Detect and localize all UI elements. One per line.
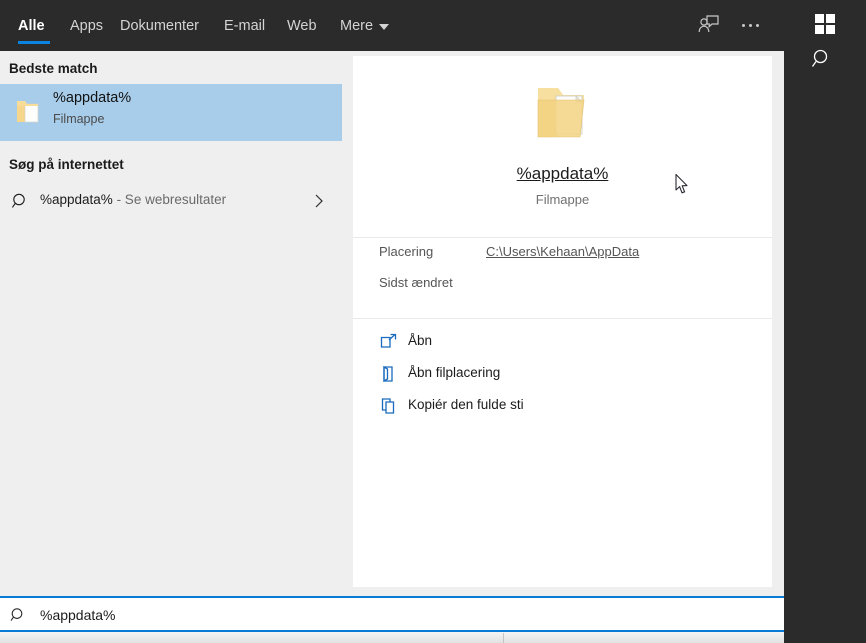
action-label: Åbn filplacering	[408, 365, 501, 380]
tab-mere[interactable]: Mere	[340, 0, 392, 51]
tab-label: Dokumenter	[120, 17, 199, 34]
chevron-right-icon	[315, 194, 323, 208]
chevron-down-icon	[379, 23, 390, 30]
result-preview-pane: %appdata% Filmappe Placering C:\Users\Ke…	[353, 56, 772, 587]
action-label: Åbn	[408, 333, 433, 348]
search-filter-tabbar: Alle Apps Dokumenter E-mail Web Mere	[0, 0, 784, 51]
preview-details: Placering C:\Users\Kehaan\AppData Sidst …	[353, 238, 772, 319]
best-match-subtitle: Filmappe	[53, 112, 105, 126]
action-label: Kopiér den fulde sti	[408, 397, 524, 412]
taskbar	[784, 0, 866, 643]
web-search-section-header: Søg på internettet	[9, 157, 124, 172]
windows-start-button[interactable]	[810, 8, 840, 38]
tab-label: Mere	[340, 17, 374, 34]
web-search-result-item[interactable]: %appdata% - Se webresultater	[0, 182, 342, 222]
tab-web[interactable]: Web	[287, 0, 318, 51]
detail-row: Sidst ændret	[353, 275, 772, 303]
windows-search-flyout: Alle Apps Dokumenter E-mail Web Mere Bed…	[0, 0, 784, 632]
preview-actions: Åbn Åbn filplacering Kopiér den fulde st…	[353, 327, 772, 423]
search-results-column: Bedste match %appdata% Filmappe Søg på i…	[0, 51, 342, 596]
web-search-result-label: %appdata% - Se webresultater	[40, 192, 226, 207]
tab-label: Apps	[70, 17, 104, 34]
preview-subtitle: Filmappe	[535, 192, 590, 207]
detail-value-location[interactable]: C:\Users\Kehaan\AppData	[486, 244, 639, 259]
detail-row: Placering C:\Users\Kehaan\AppData	[353, 244, 772, 272]
best-match-title: %appdata%	[53, 90, 132, 106]
detail-label: Placering	[379, 244, 434, 259]
action-copy-full-path[interactable]: Kopiér den fulde sti	[353, 391, 772, 423]
taskbar-search-button[interactable]	[811, 48, 833, 70]
search-input-bar	[0, 596, 784, 632]
tab-label: Alle	[18, 17, 45, 34]
tab-label: Web	[287, 17, 317, 34]
open-folder-location-icon	[383, 365, 393, 383]
more-options-button[interactable]	[736, 12, 764, 38]
preview-hero-section: %appdata% Filmappe	[353, 56, 772, 238]
windows-logo-icon	[815, 14, 835, 34]
open-external-icon	[380, 333, 397, 348]
preview-title: %appdata%	[516, 164, 609, 183]
folder-with-document-icon	[537, 88, 584, 138]
web-search-query: %appdata%	[40, 192, 113, 207]
search-input[interactable]	[38, 598, 772, 632]
feedback-button[interactable]	[696, 12, 722, 38]
best-match-result-item[interactable]: %appdata% Filmappe	[0, 84, 342, 141]
search-icon	[11, 193, 25, 208]
detail-label: Sidst ændret	[379, 275, 453, 290]
tab-email[interactable]: E-mail	[224, 0, 271, 51]
ellipsis-dot	[748, 23, 752, 27]
taskbar-bottom-strip	[0, 632, 784, 643]
tab-active-indicator	[18, 41, 50, 44]
ellipsis-dot	[741, 23, 745, 27]
ellipsis-dot	[755, 23, 759, 27]
search-icon	[811, 49, 828, 67]
feedback-person-icon	[698, 15, 719, 33]
best-match-section-header: Bedste match	[9, 61, 98, 76]
copy-icon	[381, 398, 395, 414]
web-search-suffix: - Se webresultater	[112, 192, 227, 207]
search-icon	[10, 608, 23, 621]
action-open[interactable]: Åbn	[353, 327, 772, 359]
tab-label: E-mail	[224, 17, 266, 34]
action-open-file-location[interactable]: Åbn filplacering	[353, 359, 772, 391]
taskbar-divider	[503, 633, 504, 643]
tab-apps[interactable]: Apps	[70, 0, 108, 51]
tab-alle[interactable]: Alle	[18, 0, 50, 51]
tab-dokumenter[interactable]: Dokumenter	[120, 0, 207, 51]
folder-icon	[17, 101, 39, 123]
